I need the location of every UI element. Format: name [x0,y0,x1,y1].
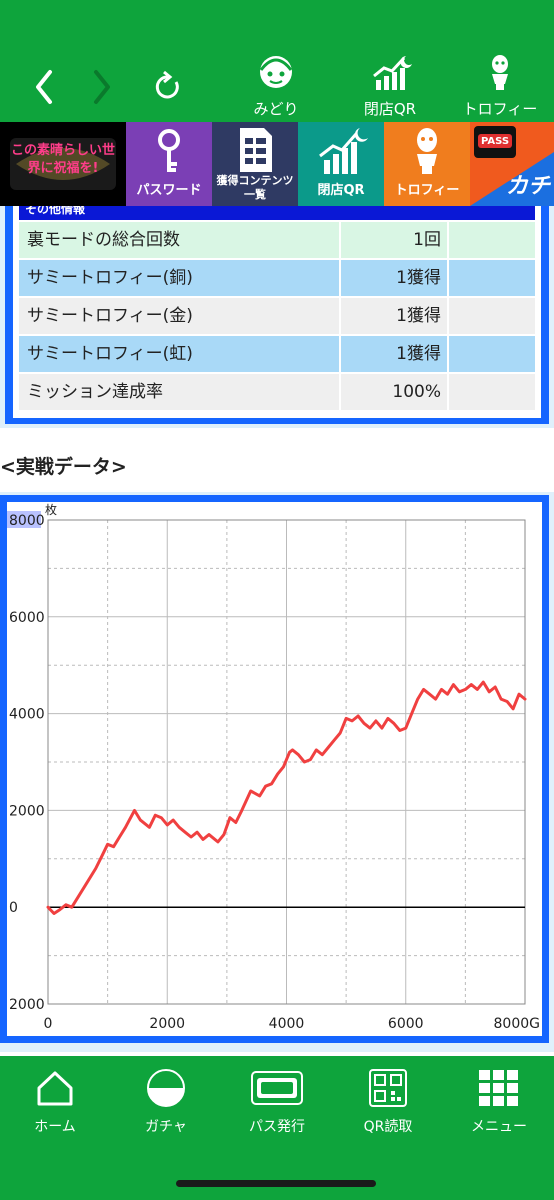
info-section: その他情報 裏モードの総合回数 1回 サミートロフィー(銅) 1獲得 サミートロ… [0,206,554,428]
back-button[interactable] [28,62,68,112]
bottom-nav-menu[interactable]: メニュー [449,1068,549,1136]
row-value: 1獲得 [341,336,447,372]
trophy-figure-icon [492,55,508,90]
topbar-item-label: 閉店QR [363,100,417,118]
row-label: サミートロフィー(銅) [19,260,339,296]
info-box: その他情報 裏モードの総合回数 1回 サミートロフィー(銅) 1獲得 サミートロ… [5,206,549,424]
tile-label: トロフィー [394,183,460,198]
row-extra [449,260,535,296]
reload-icon [155,70,179,99]
table-row: サミートロフィー(虹) 1獲得 [19,336,535,372]
y-tick-label: 8000 [9,513,45,529]
game-logo[interactable]: この素晴らしい世界に祝福を! [0,122,126,206]
chart-panel: 2000 0 2000 4000 6000 8000 0 2000 4000 6000 8000G 枚 [7,502,542,1036]
game-logo-text: この素晴らしい世界に祝福を! [10,143,115,176]
row-extra [449,336,535,372]
x-tick-label: 8000G [494,1016,540,1032]
chevron-left-icon [36,70,52,104]
feature-banner: この素晴らしい世界に祝福を! パスワード 獲得コンテンツ 一覧 閉店QR トロフ… [0,122,554,206]
key-icon [158,129,180,172]
y-tick-label: 6000 [9,610,45,626]
tile-closing-qr[interactable]: 閉店QR [298,122,384,206]
pass-label: PASS [480,136,510,147]
bottom-nav-label: ガチャ [145,1119,187,1135]
row-label: ミッション達成率 [19,374,339,410]
home-indicator[interactable] [176,1180,376,1187]
side-brand-text: カチ [505,174,550,199]
bottom-nav-label: メニュー [471,1119,527,1135]
tile-acquired-contents[interactable]: 獲得コンテンツ 一覧 [212,122,298,206]
y-tick-label: 0 [9,900,18,916]
x-tick-label: 0 [44,1016,53,1032]
bottom-nav-pass-issue[interactable]: パス発行 [227,1068,327,1136]
top-navigation-bar: みどり 閉店QR トロフィー [0,0,554,122]
table-row: 裏モードの総合回数 1回 [19,222,535,258]
x-tick-label: 4000 [269,1016,305,1032]
section-title: <実戦データ> [0,456,127,478]
forward-button[interactable] [84,62,124,112]
row-value: 100% [341,374,447,410]
y-tick-label: 2000 [9,997,45,1013]
topbar-item-trophy[interactable]: トロフィー [460,52,540,119]
chart-moon-icon [373,56,412,90]
chart-moon-icon [319,128,368,174]
bottom-nav-label: ホーム [34,1119,76,1135]
topbar-item-label: トロフィー [462,100,538,118]
qr-code-icon [369,1069,407,1107]
row-value: 1獲得 [341,298,447,334]
info-header-text: その他情報 [25,206,86,216]
y-tick-label: 2000 [9,803,45,819]
chevron-right-icon [94,70,110,104]
bottom-nav-qr-read[interactable]: QR読取 [338,1068,438,1136]
home-icon [37,1071,73,1106]
row-value: 1回 [341,222,447,258]
row-extra [449,374,535,410]
info-table: その他情報 裏モードの総合回数 1回 サミートロフィー(銅) 1獲得 サミートロ… [13,206,541,418]
row-label: サミートロフィー(金) [19,298,339,334]
row-extra [449,222,535,258]
bottom-nav-home[interactable]: ホーム [5,1068,105,1136]
document-icon [240,128,272,172]
y-tick-label: 4000 [9,707,45,723]
push-pass-icon [251,1071,303,1105]
tile-label: 獲得コンテンツ 一覧 [216,174,294,201]
gacha-capsule-icon [147,1069,185,1107]
info-header: その他情報 [19,206,535,220]
row-label: 裏モードの総合回数 [19,222,339,258]
bottom-nav-gacha[interactable]: ガチャ [116,1068,216,1136]
topbar-item-label: みどり [253,100,299,118]
table-row: ミッション達成率 100% [19,374,535,410]
tile-label: パスワード [136,183,202,198]
x-tick-label: 6000 [388,1016,424,1032]
bottom-nav-label: QR読取 [363,1119,413,1135]
tile-label: 閉店QR [317,183,365,198]
bottom-nav-label: パス発行 [249,1119,305,1135]
table-row: サミートロフィー(銅) 1獲得 [19,260,535,296]
character-face-icon [259,56,293,88]
row-extra [449,298,535,334]
bottom-navigation-bar: ホーム ガチャ パス発行 QR読取 メニュー [0,1056,554,1200]
menu-grid-icon [479,1070,518,1106]
tile-pass[interactable]: PASS カチ [470,122,554,206]
trophy-figure-icon [417,128,437,174]
table-row: サミートロフィー(金) 1獲得 [19,298,535,334]
row-value: 1獲得 [341,260,447,296]
tile-trophy[interactable]: トロフィー [384,122,470,206]
tile-password[interactable]: パスワード [126,122,212,206]
row-label: サミートロフィー(虹) [19,336,339,372]
x-tick-label: 2000 [149,1016,185,1032]
chart-section: 2000 0 2000 4000 6000 8000 0 2000 4000 6000 8000G 枚 [0,492,554,1052]
topbar-item-closing-qr[interactable]: 閉店QR [352,52,428,119]
chart-frame: 2000 0 2000 4000 6000 8000 0 2000 4000 6000 8000G 枚 [0,495,549,1043]
play-data-chart: 2000 0 2000 4000 6000 8000 0 2000 4000 6000 8000G 枚 [7,502,540,1032]
y-axis-label: 枚 [45,502,57,517]
reload-button[interactable] [148,62,188,112]
topbar-item-midori[interactable]: みどり [240,52,312,119]
